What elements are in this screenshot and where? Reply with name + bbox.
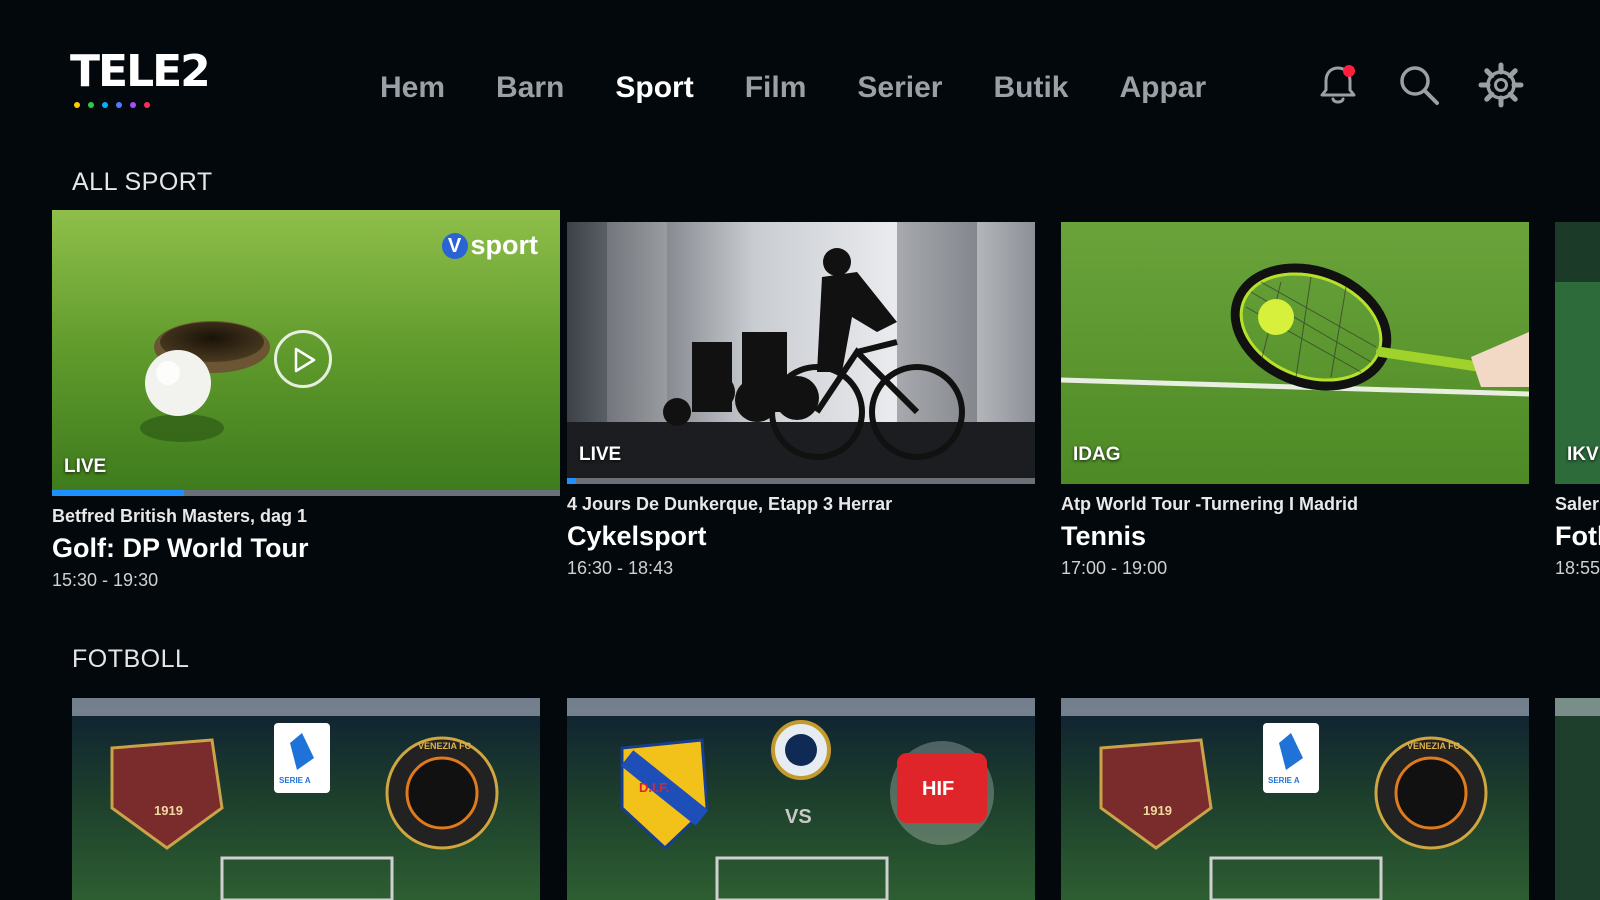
nav-item-film[interactable]: Film xyxy=(745,68,807,108)
card-time: 15:30 - 19:30 xyxy=(52,570,159,590)
progress-bar xyxy=(52,490,560,496)
status-badge: LIVE xyxy=(579,444,622,465)
card-time: 18:55 xyxy=(1555,558,1600,578)
channel-logo-name: sport xyxy=(470,230,539,260)
gear-icon[interactable] xyxy=(1478,62,1524,108)
nav-item-butik[interactable]: Butik xyxy=(993,68,1068,108)
card-title: Fotl xyxy=(1555,521,1600,551)
card-title: Cykelsport xyxy=(567,521,707,551)
progress-fill xyxy=(567,478,577,484)
play-icon xyxy=(294,347,316,373)
logo-dot xyxy=(102,102,108,108)
search-icon[interactable] xyxy=(1396,62,1442,108)
status-badge: IDAG xyxy=(1073,444,1121,465)
logo-text: TELE2 xyxy=(70,46,211,97)
status-badge: IKV xyxy=(1567,444,1599,465)
progress-bar xyxy=(567,478,1035,484)
nav-item-serier[interactable]: Serier xyxy=(857,68,942,108)
logo-dot xyxy=(116,102,122,108)
card-subtitle: Atp World Tour -Turnering I Madrid xyxy=(1061,494,1358,514)
sport-card-cykelsport[interactable]: LIVE 4 Jours De Dunkerque, Etapp 3 Herra… xyxy=(567,222,1035,579)
nav-item-appar[interactable]: Appar xyxy=(1119,68,1206,108)
fotboll-card[interactable]: 1919 SERIE A VENEZIA FC xyxy=(1061,698,1529,900)
card-title: Golf: DP World Tour xyxy=(52,533,309,563)
section-title-all-sport: ALL SPORT xyxy=(72,168,213,196)
logo-dot xyxy=(144,102,150,108)
card-subtitle: Saler xyxy=(1555,494,1600,514)
sport-card-fotboll-partial[interactable]: IKV Saler Fotl 18:55 xyxy=(1555,222,1600,579)
away-team-badge: HIF xyxy=(922,778,955,800)
league-label: SERIE A xyxy=(279,776,311,785)
card-thumbnail: V sport LIVE xyxy=(52,210,560,496)
league-label: SERIE A xyxy=(1268,776,1300,785)
tele2-logo[interactable]: TELE2 xyxy=(70,46,211,118)
progress-fill xyxy=(52,490,185,496)
card-title: Tennis xyxy=(1061,521,1147,551)
away-team-badge: VENEZIA FC xyxy=(1407,741,1461,751)
logo-dot xyxy=(88,102,94,108)
play-button[interactable] xyxy=(274,330,332,388)
card-thumbnail: LIVE xyxy=(567,222,1035,484)
home-team-badge: D.I.F. xyxy=(639,780,670,795)
nav-item-hem[interactable]: Hem xyxy=(380,68,445,108)
sport-card-tennis[interactable]: IDAG Atp World Tour -Turnering I Madrid … xyxy=(1061,222,1529,579)
card-subtitle: Betfred British Masters, dag 1 xyxy=(52,506,308,526)
fotboll-card-partial[interactable] xyxy=(1555,698,1600,900)
card-time: 17:00 - 19:00 xyxy=(1061,558,1168,578)
card-thumbnail: IKV xyxy=(1555,222,1600,484)
fotboll-card[interactable]: D.I.F. VS HIF xyxy=(567,698,1035,900)
logo-dot xyxy=(74,102,80,108)
channel-logo-mark: V xyxy=(441,232,468,259)
nav-item-sport[interactable]: Sport xyxy=(615,68,693,108)
league-label: VS xyxy=(785,806,812,828)
away-team-badge: VENEZIA FC xyxy=(418,741,472,751)
main-nav: Hem Barn Sport Film Serier Butik Appar xyxy=(380,68,1257,108)
section-title-fotboll: FOTBOLL xyxy=(72,645,190,673)
card-time: 16:30 - 18:43 xyxy=(567,558,674,578)
bell-icon[interactable] xyxy=(1315,62,1361,108)
status-badge: LIVE xyxy=(64,456,107,477)
logo-dot xyxy=(130,102,136,108)
fotboll-card[interactable]: 1919 SERIE A VENEZIA FC xyxy=(72,698,540,900)
home-team-badge: 1919 xyxy=(1143,803,1172,818)
card-subtitle: 4 Jours De Dunkerque, Etapp 3 Herrar xyxy=(567,494,893,514)
sport-card-golf[interactable]: V sport LIVE Betfred British Masters, da… xyxy=(52,210,560,591)
home-team-badge: 1919 xyxy=(154,803,183,818)
card-thumbnail: IDAG xyxy=(1061,222,1529,484)
channel-logo: V sport xyxy=(441,230,539,261)
logo-dots xyxy=(74,102,190,108)
nav-item-barn[interactable]: Barn xyxy=(496,68,564,108)
